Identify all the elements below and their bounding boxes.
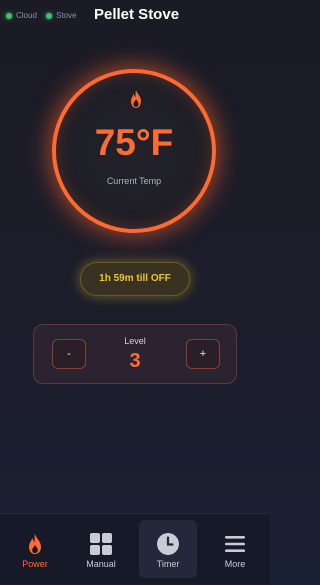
timer-status-button[interactable]: 1h 59m till OFF	[80, 262, 190, 296]
clock-icon	[157, 533, 179, 555]
flame-icon	[131, 90, 141, 108]
app-header: Cloud Stove Pellet Stove	[0, 0, 270, 30]
cloud-status: Cloud	[6, 11, 37, 20]
stove-status-label: Stove	[56, 11, 77, 20]
page-title: Pellet Stove	[94, 6, 180, 23]
current-temperature-label: Current Temp	[106, 176, 162, 186]
stove-status-dot-icon	[46, 12, 52, 19]
menu-icon	[225, 536, 245, 552]
nav-item-manual[interactable]: Manual	[72, 520, 130, 578]
cloud-status-label: Cloud	[16, 11, 37, 20]
stove-status: Stove	[46, 11, 76, 20]
flame-icon	[29, 534, 41, 554]
current-temperature-value: 75°F	[94, 122, 174, 163]
bottom-navigation: Power Manual Timer More	[0, 513, 270, 585]
nav-label-manual: Manual	[86, 559, 116, 569]
level-increase-button[interactable]: +	[186, 339, 220, 369]
nav-label-more: More	[224, 559, 246, 569]
nav-item-timer[interactable]: Timer	[139, 520, 197, 578]
nav-label-timer: Timer	[156, 559, 180, 569]
nav-item-more[interactable]: More	[206, 520, 264, 578]
cloud-status-dot-icon	[6, 12, 12, 19]
grid-icon	[90, 533, 112, 555]
nav-item-power[interactable]: Power	[6, 520, 64, 578]
level-control: - Level 3 +	[33, 324, 237, 384]
temperature-dial: 75°F Current Temp	[52, 69, 216, 233]
nav-label-power: Power	[22, 559, 48, 569]
